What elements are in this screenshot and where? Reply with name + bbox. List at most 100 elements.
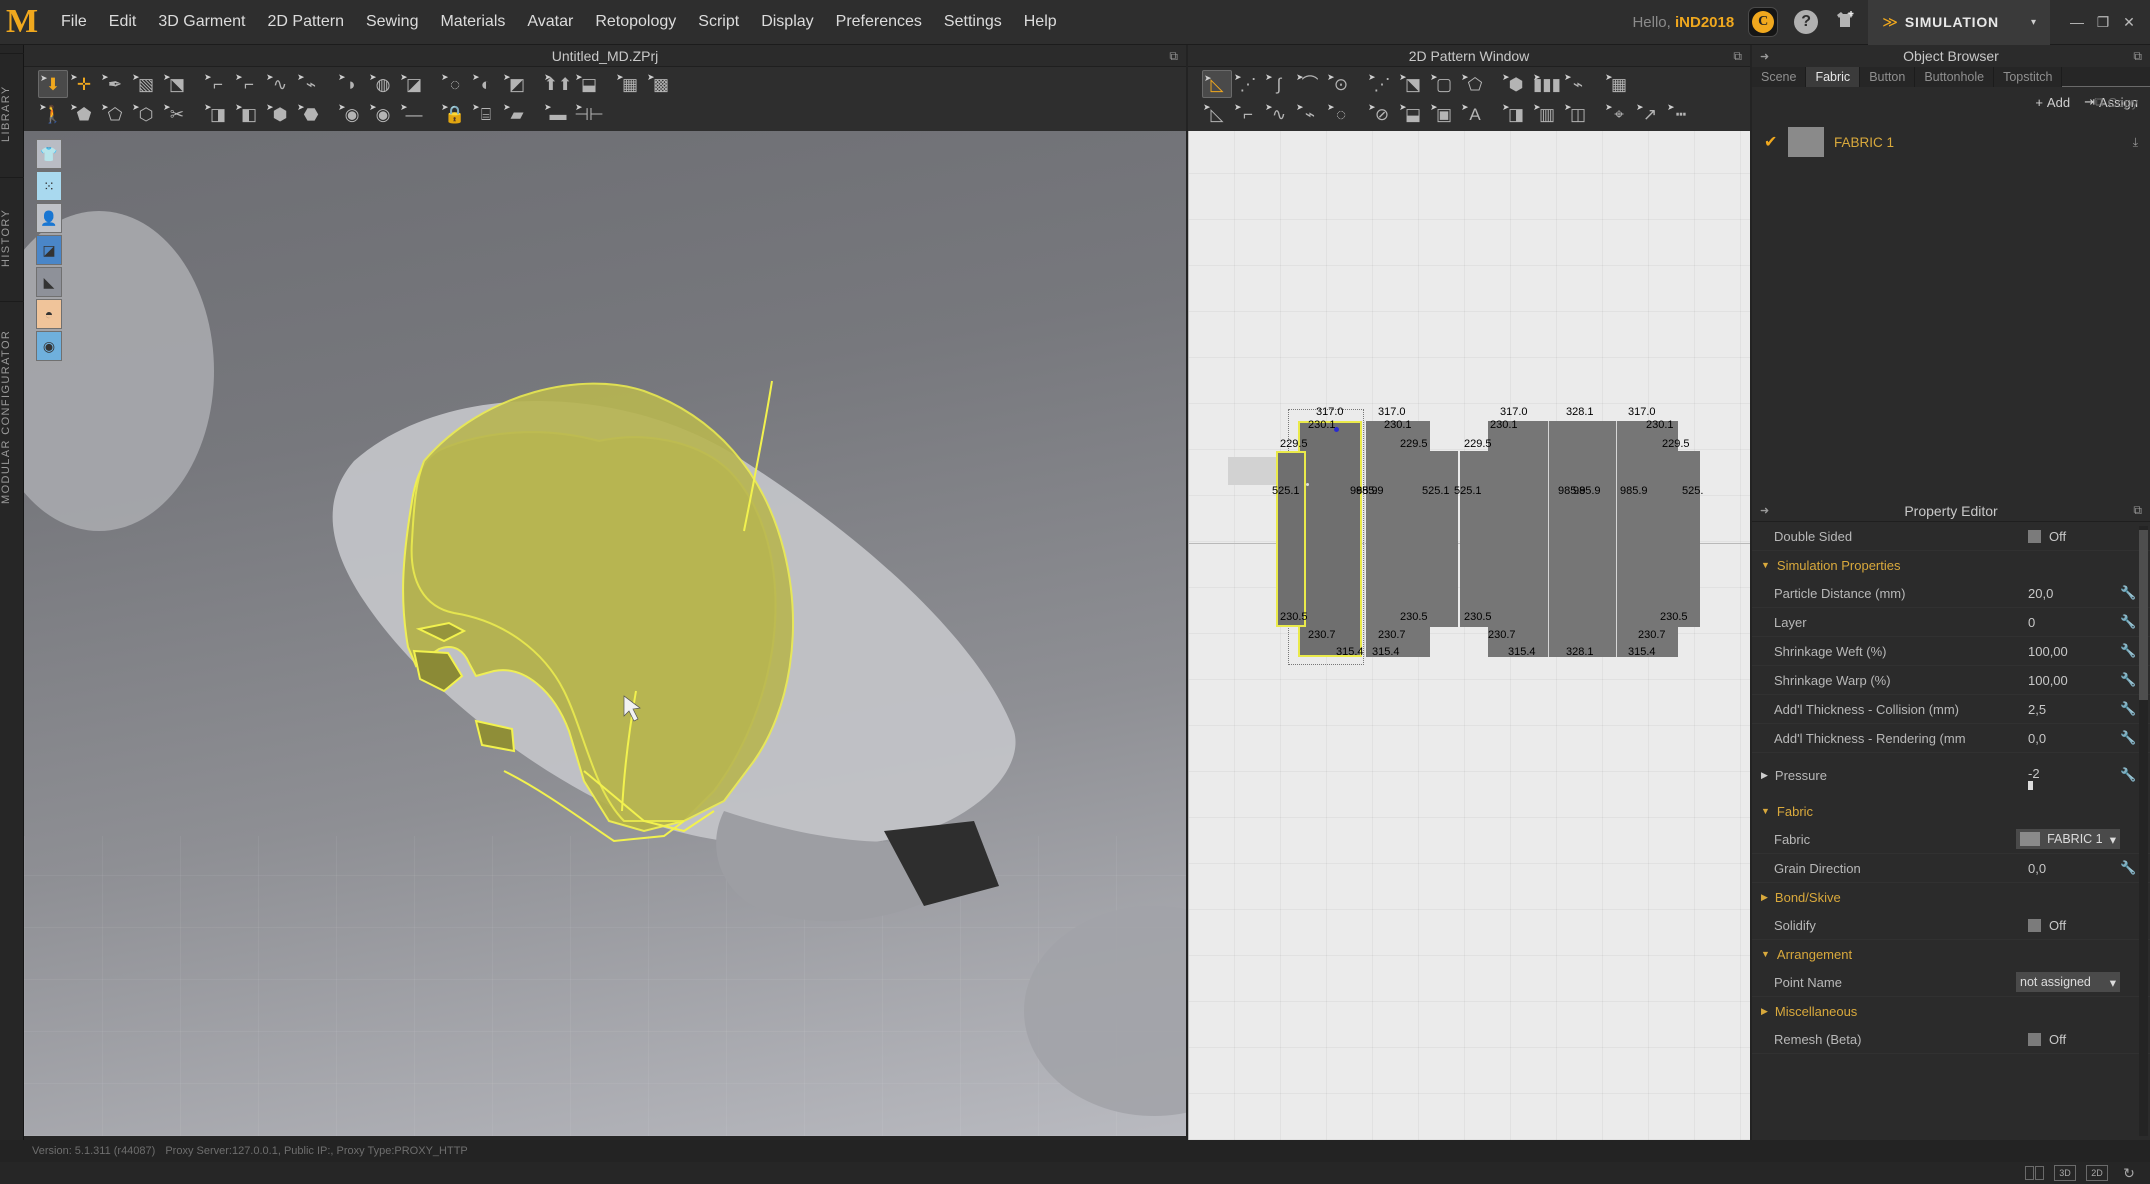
avatar-pose-icon[interactable]: ➤ ⬟ xyxy=(69,100,99,128)
menu-item-3d-garment[interactable]: 3D Garment xyxy=(147,7,256,37)
pattern-piece-2-ext[interactable] xyxy=(1424,451,1458,627)
buttonhole-tool-icon[interactable]: ➤ ⬣ xyxy=(296,100,326,128)
menu-item-2d-pattern[interactable]: 2D Pattern xyxy=(257,7,355,37)
plane-big-icon[interactable]: ➤ ▬ xyxy=(543,100,573,128)
menu-item-script[interactable]: Script xyxy=(687,7,750,37)
minimize-button[interactable]: — xyxy=(2064,10,2090,34)
rectangle-select-icon[interactable]: ➤ ▧ xyxy=(131,70,161,98)
reset-view-button[interactable]: ↻ xyxy=(2118,1165,2140,1181)
check-sewing-tool-icon[interactable]: ➤ ⊘ xyxy=(1367,100,1397,128)
menu-item-sewing[interactable]: Sewing xyxy=(355,7,429,37)
property-toggle-double-sided[interactable]: Off xyxy=(2028,529,2120,544)
button-place-icon[interactable]: ➤ ◉ xyxy=(337,100,367,128)
property-addl-thickness-rendering[interactable]: Add'l Thickness - Rendering (mm 0,0 🔧 xyxy=(1752,724,2150,753)
button-big-icon[interactable]: ➤ ◉ xyxy=(368,100,398,128)
segment-sewing-tool-icon[interactable]: ➤ ⌐ xyxy=(1233,100,1263,128)
object-browser-add-button[interactable]: + Add xyxy=(2035,95,2070,110)
brush-select-icon[interactable]: ➤ ✒ xyxy=(100,70,130,98)
fabric-swatch[interactable] xyxy=(1788,127,1824,157)
wrench-icon[interactable]: 🔧 xyxy=(2120,672,2136,688)
rail-tab-history[interactable]: HISTORY xyxy=(0,177,24,297)
edit-texture-3d-icon[interactable]: ➤ ▩ xyxy=(646,70,676,98)
show-shading-icon[interactable]: ◣ xyxy=(36,267,62,297)
popout-icon-ob[interactable]: ⧉ xyxy=(2133,49,2142,64)
rail-tab-modular-configurator[interactable]: MODULAR CONFIGURATOR xyxy=(0,301,24,531)
layout-tool-icon[interactable]: ➤ ▣ xyxy=(1429,100,1459,128)
measure-tool-icon[interactable]: ➤ ↗ xyxy=(1635,100,1665,128)
property-remesh-beta[interactable]: Remesh (Beta) Off xyxy=(1752,1025,2150,1054)
grid-tool-icon[interactable]: ➤ ▦ xyxy=(1604,70,1634,98)
select-move-down-icon[interactable]: ➤ ⬇ xyxy=(38,70,68,98)
polygon-pattern-icon[interactable]: ➤ ⬠ xyxy=(1460,70,1490,98)
add-garment-icon[interactable] xyxy=(1834,10,1856,35)
text-tool-icon[interactable]: ➤ A xyxy=(1460,100,1490,128)
property-toggle-remesh-beta[interactable]: Off xyxy=(2028,1032,2120,1047)
mark-tool-icon[interactable]: ➤ ⌖ xyxy=(1604,100,1634,128)
curve-pin-icon[interactable]: ➤ ∿ xyxy=(265,70,295,98)
menu-item-edit[interactable]: Edit xyxy=(98,7,148,37)
property-fabric-select[interactable]: Fabric FABRIC 1 ▾ xyxy=(1752,825,2150,854)
show-particles-icon[interactable]: ⁙ xyxy=(36,171,62,201)
snap-tool-icon[interactable]: ➤ ⊣⊢ xyxy=(574,100,604,128)
edit-point-tool-icon[interactable]: ➤ ⋰ xyxy=(1233,70,1263,98)
chevron-down-icon-2[interactable]: ▾ xyxy=(2110,975,2116,990)
auto-sewing-tool-icon[interactable]: ➤ ◌ xyxy=(1326,100,1356,128)
help-icon[interactable]: ? xyxy=(1794,10,1819,34)
boolean-tool-icon[interactable]: ➤ ◫ xyxy=(1563,100,1593,128)
collapse-arrow-icon[interactable]: ➜ xyxy=(1760,50,1769,63)
edit-curve-icon[interactable]: ➤ ◌ xyxy=(440,70,470,98)
checkbox-icon[interactable] xyxy=(2028,918,2041,932)
property-pressure[interactable]: ▶ Pressure -2 🔧 xyxy=(1752,753,2150,797)
property-addl-thickness-collision[interactable]: Add'l Thickness - Collision (mm) 2,5 🔧 xyxy=(1752,695,2150,724)
restore-button[interactable]: ❐ xyxy=(2090,10,2116,34)
property-shrinkage-warp[interactable]: Shrinkage Warp (%) 100,00 🔧 xyxy=(1752,666,2150,695)
object-browser-item[interactable]: ✔ FABRIC 1 ⤓ xyxy=(1752,125,2150,159)
checkbox-icon[interactable] xyxy=(2028,1032,2041,1046)
show-skin-icon[interactable]: ◓ xyxy=(36,299,62,329)
property-editor-scrollbar[interactable] xyxy=(2139,526,2148,1136)
add-point-tool-icon[interactable]: ➤ ⊙ xyxy=(1326,70,1356,98)
inner-shape-tool-icon[interactable]: ➤ ⬢ xyxy=(1501,70,1531,98)
avatar-skin-offset-icon[interactable]: ➤ ⬠ xyxy=(100,100,130,128)
tack-pin-icon[interactable]: ➤ ⌁ xyxy=(296,70,326,98)
flare-tool-icon[interactable]: ➤ ⌁ xyxy=(1563,70,1593,98)
fabric-dropdown[interactable]: FABRIC 1 ▾ xyxy=(2016,829,2120,849)
topstitch-tool-icon[interactable]: ➤ ⌸ xyxy=(471,100,501,128)
wrench-icon[interactable]: 🔧 xyxy=(2120,860,2136,876)
menu-item-help[interactable]: Help xyxy=(1013,7,1068,37)
property-group-fabric-group[interactable]: ▼ Fabric xyxy=(1752,797,2150,825)
show-environment-icon[interactable]: ◉ xyxy=(36,331,62,361)
avatar-scissors-icon[interactable]: ➤ ✂ xyxy=(162,100,192,128)
point-name-dropdown[interactable]: not assigned ▾ xyxy=(2016,972,2120,992)
free-sewing-tool-icon[interactable]: ➤ ∿ xyxy=(1264,100,1294,128)
object-browser-tab-fabric[interactable]: Fabric xyxy=(1806,67,1861,87)
fold-arrange-icon[interactable]: ➤ ⬔ xyxy=(162,70,192,98)
edit-pattern-tool-icon[interactable]: ➤ ◺ xyxy=(1202,70,1232,98)
pattern-piece-3-ext[interactable] xyxy=(1460,451,1492,627)
pattern-piece-1-ext[interactable] xyxy=(1276,451,1306,627)
popout-icon-pe[interactable]: ⧉ xyxy=(2133,503,2142,518)
chevron-down-icon[interactable]: ▾ xyxy=(2110,832,2116,847)
menu-item-preferences[interactable]: Preferences xyxy=(825,7,933,37)
menu-item-avatar[interactable]: Avatar xyxy=(516,7,584,37)
pleat-tool-icon[interactable]: ➤ ◧ xyxy=(234,100,264,128)
animation-walk-icon[interactable]: ➤ 🚶 xyxy=(38,100,68,128)
property-value-shrinkage-weft[interactable]: 100,00 xyxy=(2028,644,2120,659)
property-value-addl-thickness-rendering[interactable]: 0,0 xyxy=(2028,731,2120,746)
mode-selector[interactable]: ≫ SIMULATION ▾ xyxy=(1868,0,2050,45)
dash-tool-icon[interactable]: ➤ ┅ xyxy=(1666,100,1696,128)
pattern-piece-1[interactable] xyxy=(1298,421,1362,657)
slider-knob[interactable] xyxy=(2028,781,2033,790)
property-point-name[interactable]: Point Name not assigned ▾ xyxy=(1752,968,2150,997)
property-group-miscellaneous[interactable]: ▶ Miscellaneous xyxy=(1752,997,2150,1025)
closet-connect-button[interactable]: C xyxy=(1748,7,1779,37)
plane-tool-icon[interactable]: ➤ ▰ xyxy=(502,100,532,128)
segment-tool-icon[interactable]: ➤ ⋰ xyxy=(1367,70,1397,98)
menu-item-settings[interactable]: Settings xyxy=(933,7,1013,37)
wrench-icon[interactable]: 🔧 xyxy=(2120,701,2136,717)
object-browser-tab-topstitch[interactable]: Topstitch xyxy=(1994,67,2063,87)
circle-tool-icon[interactable]: ➤ ◗ xyxy=(337,70,367,98)
save-fabric-icon[interactable]: ⤓ xyxy=(2133,135,2138,150)
property-group-simulation-properties[interactable]: ▼ Simulation Properties xyxy=(1752,551,2150,579)
menu-item-retopology[interactable]: Retopology xyxy=(584,7,687,37)
